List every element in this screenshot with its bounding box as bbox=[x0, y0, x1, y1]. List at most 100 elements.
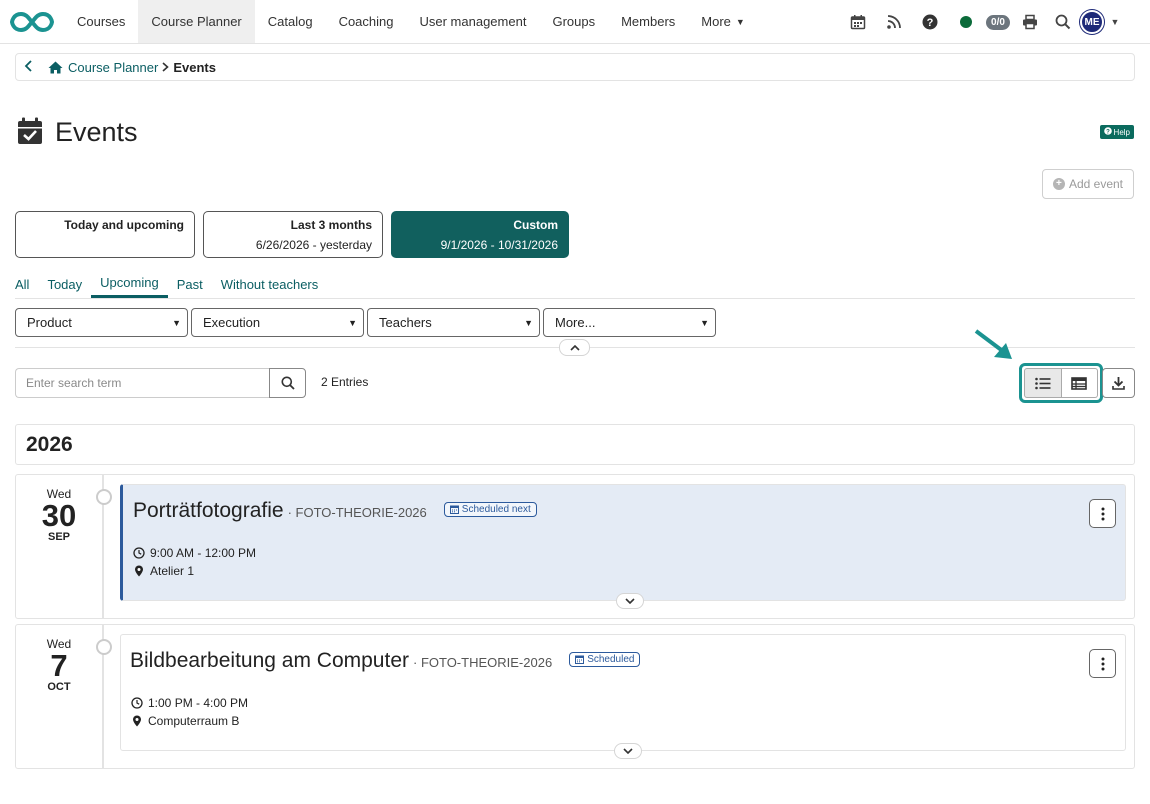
search-input[interactable] bbox=[15, 368, 269, 398]
preset-label: Today and upcoming bbox=[64, 218, 184, 232]
help-label: Help bbox=[1113, 127, 1130, 137]
event-card[interactable]: Porträtfotografie · FOTO-THEORIE-2026 Sc… bbox=[120, 484, 1126, 609]
online-status-indicator[interactable] bbox=[948, 0, 984, 44]
online-status-dot bbox=[960, 16, 972, 28]
status-badge-label: Scheduled next bbox=[461, 504, 531, 515]
event-row: Wed 30 SEP Porträtfotografie · FOTO-THEO… bbox=[15, 474, 1135, 619]
search-icon[interactable] bbox=[1048, 0, 1078, 44]
event-actions-menu[interactable] bbox=[1089, 649, 1116, 678]
user-menu-caret-icon[interactable]: ▼ bbox=[1106, 0, 1124, 44]
nav-tools: ? 0/0 ME ▼ bbox=[840, 0, 1124, 44]
preset-last-3-months[interactable]: Last 3 months 6/26/2026 - yesterday bbox=[203, 211, 383, 258]
event-time-text: 9:00 AM - 12:00 PM bbox=[150, 546, 257, 560]
calendar-icon bbox=[575, 655, 585, 664]
preset-custom[interactable]: Custom 9/1/2026 - 10/31/2026 bbox=[391, 211, 569, 258]
event-card[interactable]: Bildbearbeitung am Computer · FOTO-THEOR… bbox=[120, 634, 1126, 759]
filter-bar: Product ▼ Execution ▼ Teachers ▼ More...… bbox=[15, 308, 716, 337]
search-button[interactable] bbox=[269, 368, 306, 398]
download-button[interactable] bbox=[1102, 368, 1135, 398]
nav-courses[interactable]: Courses bbox=[64, 0, 138, 43]
kebab-menu-icon bbox=[1101, 657, 1104, 670]
filter-label: Product bbox=[27, 315, 72, 330]
tab-without-teachers[interactable]: Without teachers bbox=[212, 270, 328, 298]
tab-past[interactable]: Past bbox=[168, 270, 212, 298]
status-badge: Scheduled bbox=[569, 652, 641, 667]
nav-coaching[interactable]: Coaching bbox=[326, 0, 407, 43]
tab-upcoming[interactable]: Upcoming bbox=[91, 270, 168, 298]
table-view-button[interactable] bbox=[1061, 368, 1098, 398]
list-icon bbox=[1034, 377, 1051, 389]
chevron-down-icon bbox=[623, 748, 633, 754]
preset-today-upcoming[interactable]: Today and upcoming bbox=[15, 211, 195, 258]
tab-today[interactable]: Today bbox=[38, 270, 91, 298]
caret-down-icon: ▼ bbox=[524, 317, 533, 328]
back-chevron-icon[interactable] bbox=[24, 59, 44, 75]
page-title: Events bbox=[55, 117, 138, 147]
breadcrumb: Course Planner Events bbox=[15, 53, 1135, 81]
filter-execution[interactable]: Execution ▼ bbox=[191, 308, 364, 337]
nav-catalog[interactable]: Catalog bbox=[255, 0, 326, 43]
home-icon[interactable] bbox=[48, 61, 63, 74]
clock-icon bbox=[131, 697, 143, 709]
list-view-button[interactable] bbox=[1024, 368, 1062, 398]
nav-more-dropdown[interactable]: More ▼ bbox=[688, 0, 758, 43]
filter-product[interactable]: Product ▼ bbox=[15, 308, 188, 337]
event-location: Atelier 1 bbox=[133, 564, 194, 578]
kebab-menu-icon bbox=[1101, 507, 1104, 520]
filter-label: More... bbox=[555, 315, 596, 330]
event-month: OCT bbox=[47, 681, 71, 693]
collapse-filters-button[interactable] bbox=[559, 339, 590, 356]
preset-range: 6/26/2026 - yesterday bbox=[255, 238, 372, 252]
view-toggle bbox=[1019, 363, 1103, 403]
plus-circle-icon: + bbox=[1052, 178, 1065, 190]
event-time: 1:00 PM - 4:00 PM bbox=[131, 696, 248, 710]
calendar-icon[interactable] bbox=[840, 0, 876, 44]
date-presets: Today and upcoming Last 3 months 6/26/20… bbox=[15, 211, 569, 258]
annotation-arrow-icon bbox=[972, 328, 1020, 367]
timeline-dot bbox=[96, 489, 112, 505]
user-menu[interactable]: ME bbox=[1078, 0, 1106, 44]
caret-down-icon: ▼ bbox=[735, 16, 745, 27]
caret-down-icon: ▼ bbox=[172, 317, 181, 328]
event-title-line: Porträtfotografie · FOTO-THEORIE-2026 Sc… bbox=[133, 499, 537, 523]
breadcrumb-current: Events bbox=[173, 59, 216, 75]
counter-badge[interactable]: 0/0 bbox=[984, 0, 1012, 44]
event-month: SEP bbox=[47, 531, 70, 543]
event-actions-menu[interactable] bbox=[1089, 499, 1116, 528]
event-tabs: All Today Upcoming Past Without teachers bbox=[15, 270, 1135, 299]
nav-user-management[interactable]: User management bbox=[407, 0, 540, 43]
event-day: 30 bbox=[41, 498, 77, 533]
event-title[interactable]: Porträtfotografie bbox=[133, 499, 284, 523]
nav-course-planner[interactable]: Course Planner bbox=[138, 0, 255, 43]
preset-range: 9/1/2026 - 10/31/2026 bbox=[440, 238, 558, 252]
tab-all[interactable]: All bbox=[15, 270, 38, 298]
rss-icon[interactable] bbox=[876, 0, 912, 44]
help-button[interactable]: ? Help bbox=[1099, 125, 1134, 139]
expand-event-button[interactable] bbox=[616, 593, 644, 609]
svg-text:?: ? bbox=[927, 17, 934, 29]
nav-members[interactable]: Members bbox=[608, 0, 688, 43]
filter-teachers[interactable]: Teachers ▼ bbox=[367, 308, 540, 337]
event-location-text: Computerraum B bbox=[148, 714, 240, 728]
help-circle-icon[interactable]: ? bbox=[912, 0, 948, 44]
entries-count: 2 Entries bbox=[321, 375, 369, 389]
nav-groups[interactable]: Groups bbox=[539, 0, 608, 43]
event-location: Computerraum B bbox=[131, 714, 239, 728]
expand-event-button[interactable] bbox=[614, 743, 642, 759]
event-time-text: 1:00 PM - 4:00 PM bbox=[148, 696, 249, 710]
openolat-logo[interactable] bbox=[0, 0, 64, 43]
top-navigation: Courses Course Planner Catalog Coaching … bbox=[0, 0, 1150, 44]
print-icon[interactable] bbox=[1012, 0, 1048, 44]
event-title[interactable]: Bildbearbeitung am Computer bbox=[130, 649, 409, 673]
year-header: 2026 bbox=[15, 424, 1135, 465]
add-event-button[interactable]: + Add event bbox=[1042, 169, 1134, 199]
map-pin-icon bbox=[135, 565, 143, 577]
table-icon bbox=[1071, 376, 1088, 390]
event-location-text: Atelier 1 bbox=[150, 564, 195, 578]
filter-more[interactable]: More... ▼ bbox=[543, 308, 716, 337]
caret-down-icon: ▼ bbox=[700, 317, 709, 328]
calendar-check-icon bbox=[17, 117, 43, 148]
timeline-dot bbox=[96, 639, 112, 655]
breadcrumb-course-planner[interactable]: Course Planner bbox=[68, 60, 158, 75]
event-time: 9:00 AM - 12:00 PM bbox=[133, 546, 256, 560]
